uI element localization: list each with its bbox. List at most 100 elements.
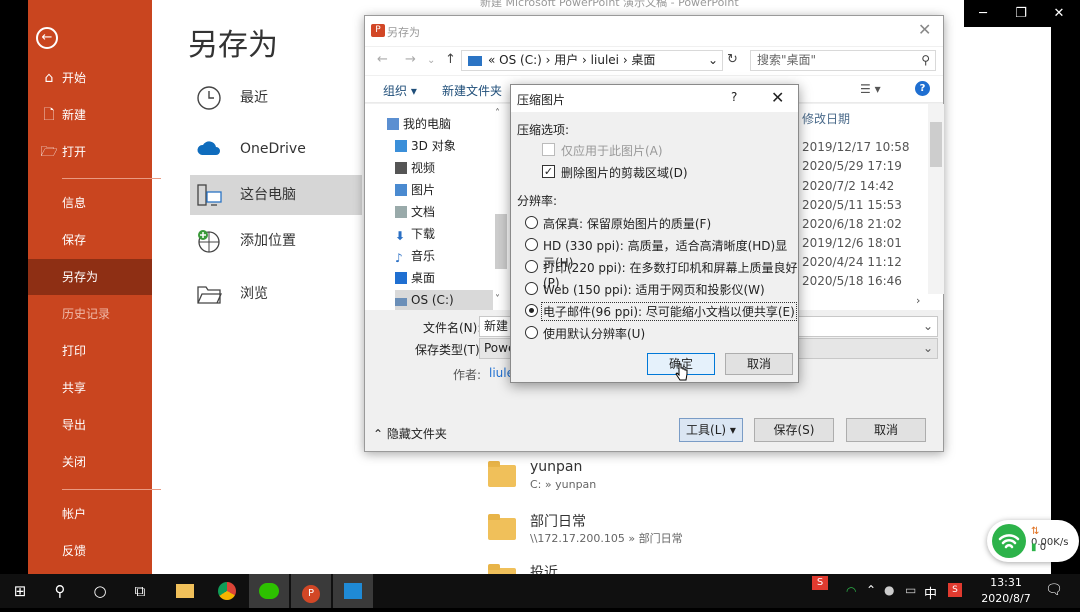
- location-onedrive[interactable]: OneDrive: [190, 129, 362, 169]
- wechat-icon[interactable]: [249, 574, 289, 608]
- chevron-down-icon[interactable]: ⌄: [923, 317, 933, 336]
- wechat-tray-icon[interactable]: ●: [884, 583, 894, 597]
- tree-item[interactable]: 视频: [395, 158, 435, 178]
- resolution-option[interactable]: 电子邮件(96 ppi): 尽可能缩小文档以便共享(E): [541, 302, 797, 321]
- sogou-tray-icon[interactable]: S: [948, 583, 962, 597]
- chevron-down-icon[interactable]: ⌄: [427, 55, 435, 66]
- sogou-icon[interactable]: S: [812, 576, 828, 590]
- clock-date[interactable]: 2020/8/7: [978, 592, 1034, 605]
- tree-item[interactable]: 我的电脑: [387, 114, 451, 134]
- tree-item[interactable]: 文档: [395, 202, 435, 222]
- tree-item[interactable]: OS (C:): [395, 290, 495, 310]
- back-arrow-icon[interactable]: ←: [377, 52, 388, 67]
- minimize-icon[interactable]: ─: [964, 0, 1002, 27]
- cortana-icon[interactable]: ○: [80, 574, 120, 608]
- media-app-icon[interactable]: [333, 574, 373, 608]
- chevron-up-icon[interactable]: ˄: [495, 108, 500, 119]
- resolution-option[interactable]: 高保真: 保留原始图片的质量(F): [543, 215, 711, 232]
- resolution-radio[interactable]: [525, 282, 538, 295]
- nav-feedback[interactable]: 反馈: [28, 533, 152, 569]
- compress-cancel-button[interactable]: 取消: [725, 353, 793, 375]
- search-icon[interactable]: ⚲: [921, 51, 930, 70]
- wifi-tray-icon[interactable]: ◠: [846, 584, 856, 598]
- nav-export[interactable]: 导出: [28, 407, 152, 443]
- nav-history[interactable]: 历史记录: [28, 296, 152, 332]
- nav-print[interactable]: 打印: [28, 333, 152, 369]
- location-add-place[interactable]: 添加位置: [190, 221, 362, 261]
- scrollbar-thumb[interactable]: [930, 122, 942, 167]
- back-arrow-icon[interactable]: ←: [36, 27, 58, 49]
- tree-item[interactable]: 3D 对象: [395, 136, 456, 156]
- resolution-radio-selected[interactable]: [525, 304, 538, 317]
- restore-icon[interactable]: ❐: [1002, 0, 1040, 27]
- hide-folders-toggle[interactable]: ⌃ 隐藏文件夹: [373, 425, 447, 442]
- nav-save-as[interactable]: 另存为: [28, 259, 152, 295]
- ime-indicator[interactable]: 中: [924, 583, 937, 602]
- close-icon[interactable]: ✕: [1040, 0, 1078, 27]
- location-this-pc[interactable]: 这台电脑: [190, 175, 362, 215]
- nav-info[interactable]: 信息: [28, 185, 152, 221]
- nav-close[interactable]: 关闭: [28, 444, 152, 480]
- file-explorer-icon[interactable]: [165, 574, 205, 608]
- notification-icon[interactable]: 🗨: [1045, 582, 1063, 598]
- tree-scrollbar[interactable]: ˄ ˅: [493, 104, 509, 310]
- folder-path: C: » yunpan: [530, 478, 597, 491]
- chevron-right-icon[interactable]: ›: [916, 294, 920, 307]
- resolution-option[interactable]: 使用默认分辨率(U): [543, 325, 645, 342]
- start-icon[interactable]: ⊞: [0, 574, 40, 608]
- nav-open[interactable]: 🗁 打开: [28, 134, 152, 170]
- clock-time[interactable]: 13:31: [986, 576, 1026, 589]
- location-browse[interactable]: 浏览: [190, 274, 362, 314]
- folder-name[interactable]: yunpan: [530, 459, 582, 475]
- new-folder-button[interactable]: 新建文件夹: [442, 82, 502, 99]
- folder-icon: [488, 514, 516, 540]
- resolution-radio[interactable]: [525, 326, 538, 339]
- forward-arrow-icon[interactable]: →: [405, 52, 416, 67]
- up-arrow-icon[interactable]: ↑: [445, 52, 456, 67]
- view-options-icon[interactable]: ☰ ▾: [860, 82, 881, 96]
- chevron-down-icon[interactable]: ⌄: [708, 51, 718, 70]
- tree-item[interactable]: 图片: [395, 180, 435, 200]
- powerpoint-icon[interactable]: P: [291, 574, 331, 608]
- save-button[interactable]: 保存(S): [754, 418, 834, 442]
- folder-name[interactable]: 投近: [530, 562, 558, 574]
- powerpoint-icon: P: [371, 24, 385, 37]
- refresh-icon[interactable]: ↻: [727, 52, 738, 67]
- search-input[interactable]: 搜索"桌面" ⚲: [750, 50, 936, 71]
- search-icon[interactable]: ⚲: [40, 574, 80, 608]
- nav-save[interactable]: 保存: [28, 222, 152, 258]
- apply-only-checkbox[interactable]: [542, 143, 555, 156]
- help-button[interactable]: ?: [731, 90, 737, 104]
- chrome-icon[interactable]: [207, 574, 247, 608]
- resolution-radio[interactable]: [525, 216, 538, 229]
- organize-menu[interactable]: 组织 ▾: [383, 82, 417, 99]
- close-icon[interactable]: ✕: [771, 88, 784, 107]
- nav-home[interactable]: ⌂ 开始: [28, 60, 152, 96]
- chevron-up-icon[interactable]: ⌃: [866, 583, 876, 597]
- tree-item[interactable]: ⬇ 下载: [395, 224, 435, 244]
- resolution-radio[interactable]: [525, 238, 538, 251]
- chevron-down-icon[interactable]: ˅: [495, 294, 500, 305]
- column-header-modified[interactable]: 修改日期: [802, 110, 850, 127]
- help-icon[interactable]: ?: [915, 81, 930, 96]
- tree-item[interactable]: 桌面: [395, 268, 435, 288]
- nav-new[interactable]: 🗋 新建: [28, 97, 152, 133]
- nav-account[interactable]: 帐户: [28, 496, 152, 532]
- network-speed-widget[interactable]: ⇅ 0.00K/s ▮ 0: [987, 520, 1079, 562]
- resolution-radio[interactable]: [525, 260, 538, 273]
- nav-share[interactable]: 共享: [28, 370, 152, 406]
- tree-item[interactable]: ♪ 音乐: [395, 246, 435, 266]
- cancel-button[interactable]: 取消: [846, 418, 926, 442]
- path-breadcrumb[interactable]: « OS (C:) › 用户 › liulei › 桌面 ⌄: [461, 50, 723, 71]
- pictures-icon: [395, 184, 407, 196]
- location-recent[interactable]: 最近: [190, 78, 362, 118]
- folder-name[interactable]: 部门日常: [530, 511, 586, 531]
- tools-button[interactable]: 工具(L) ▾: [679, 418, 743, 442]
- close-icon[interactable]: ✕: [918, 20, 931, 39]
- delete-cropped-checkbox[interactable]: ✓: [542, 165, 555, 178]
- network-tray-icon[interactable]: ▭: [905, 583, 916, 597]
- resolution-option[interactable]: Web (150 ppi): 适用于网页和投影仪(W): [543, 281, 765, 298]
- scrollbar-thumb[interactable]: [495, 214, 507, 269]
- chevron-down-icon[interactable]: ⌄: [923, 339, 933, 358]
- task-view-icon[interactable]: ⧉: [120, 574, 160, 608]
